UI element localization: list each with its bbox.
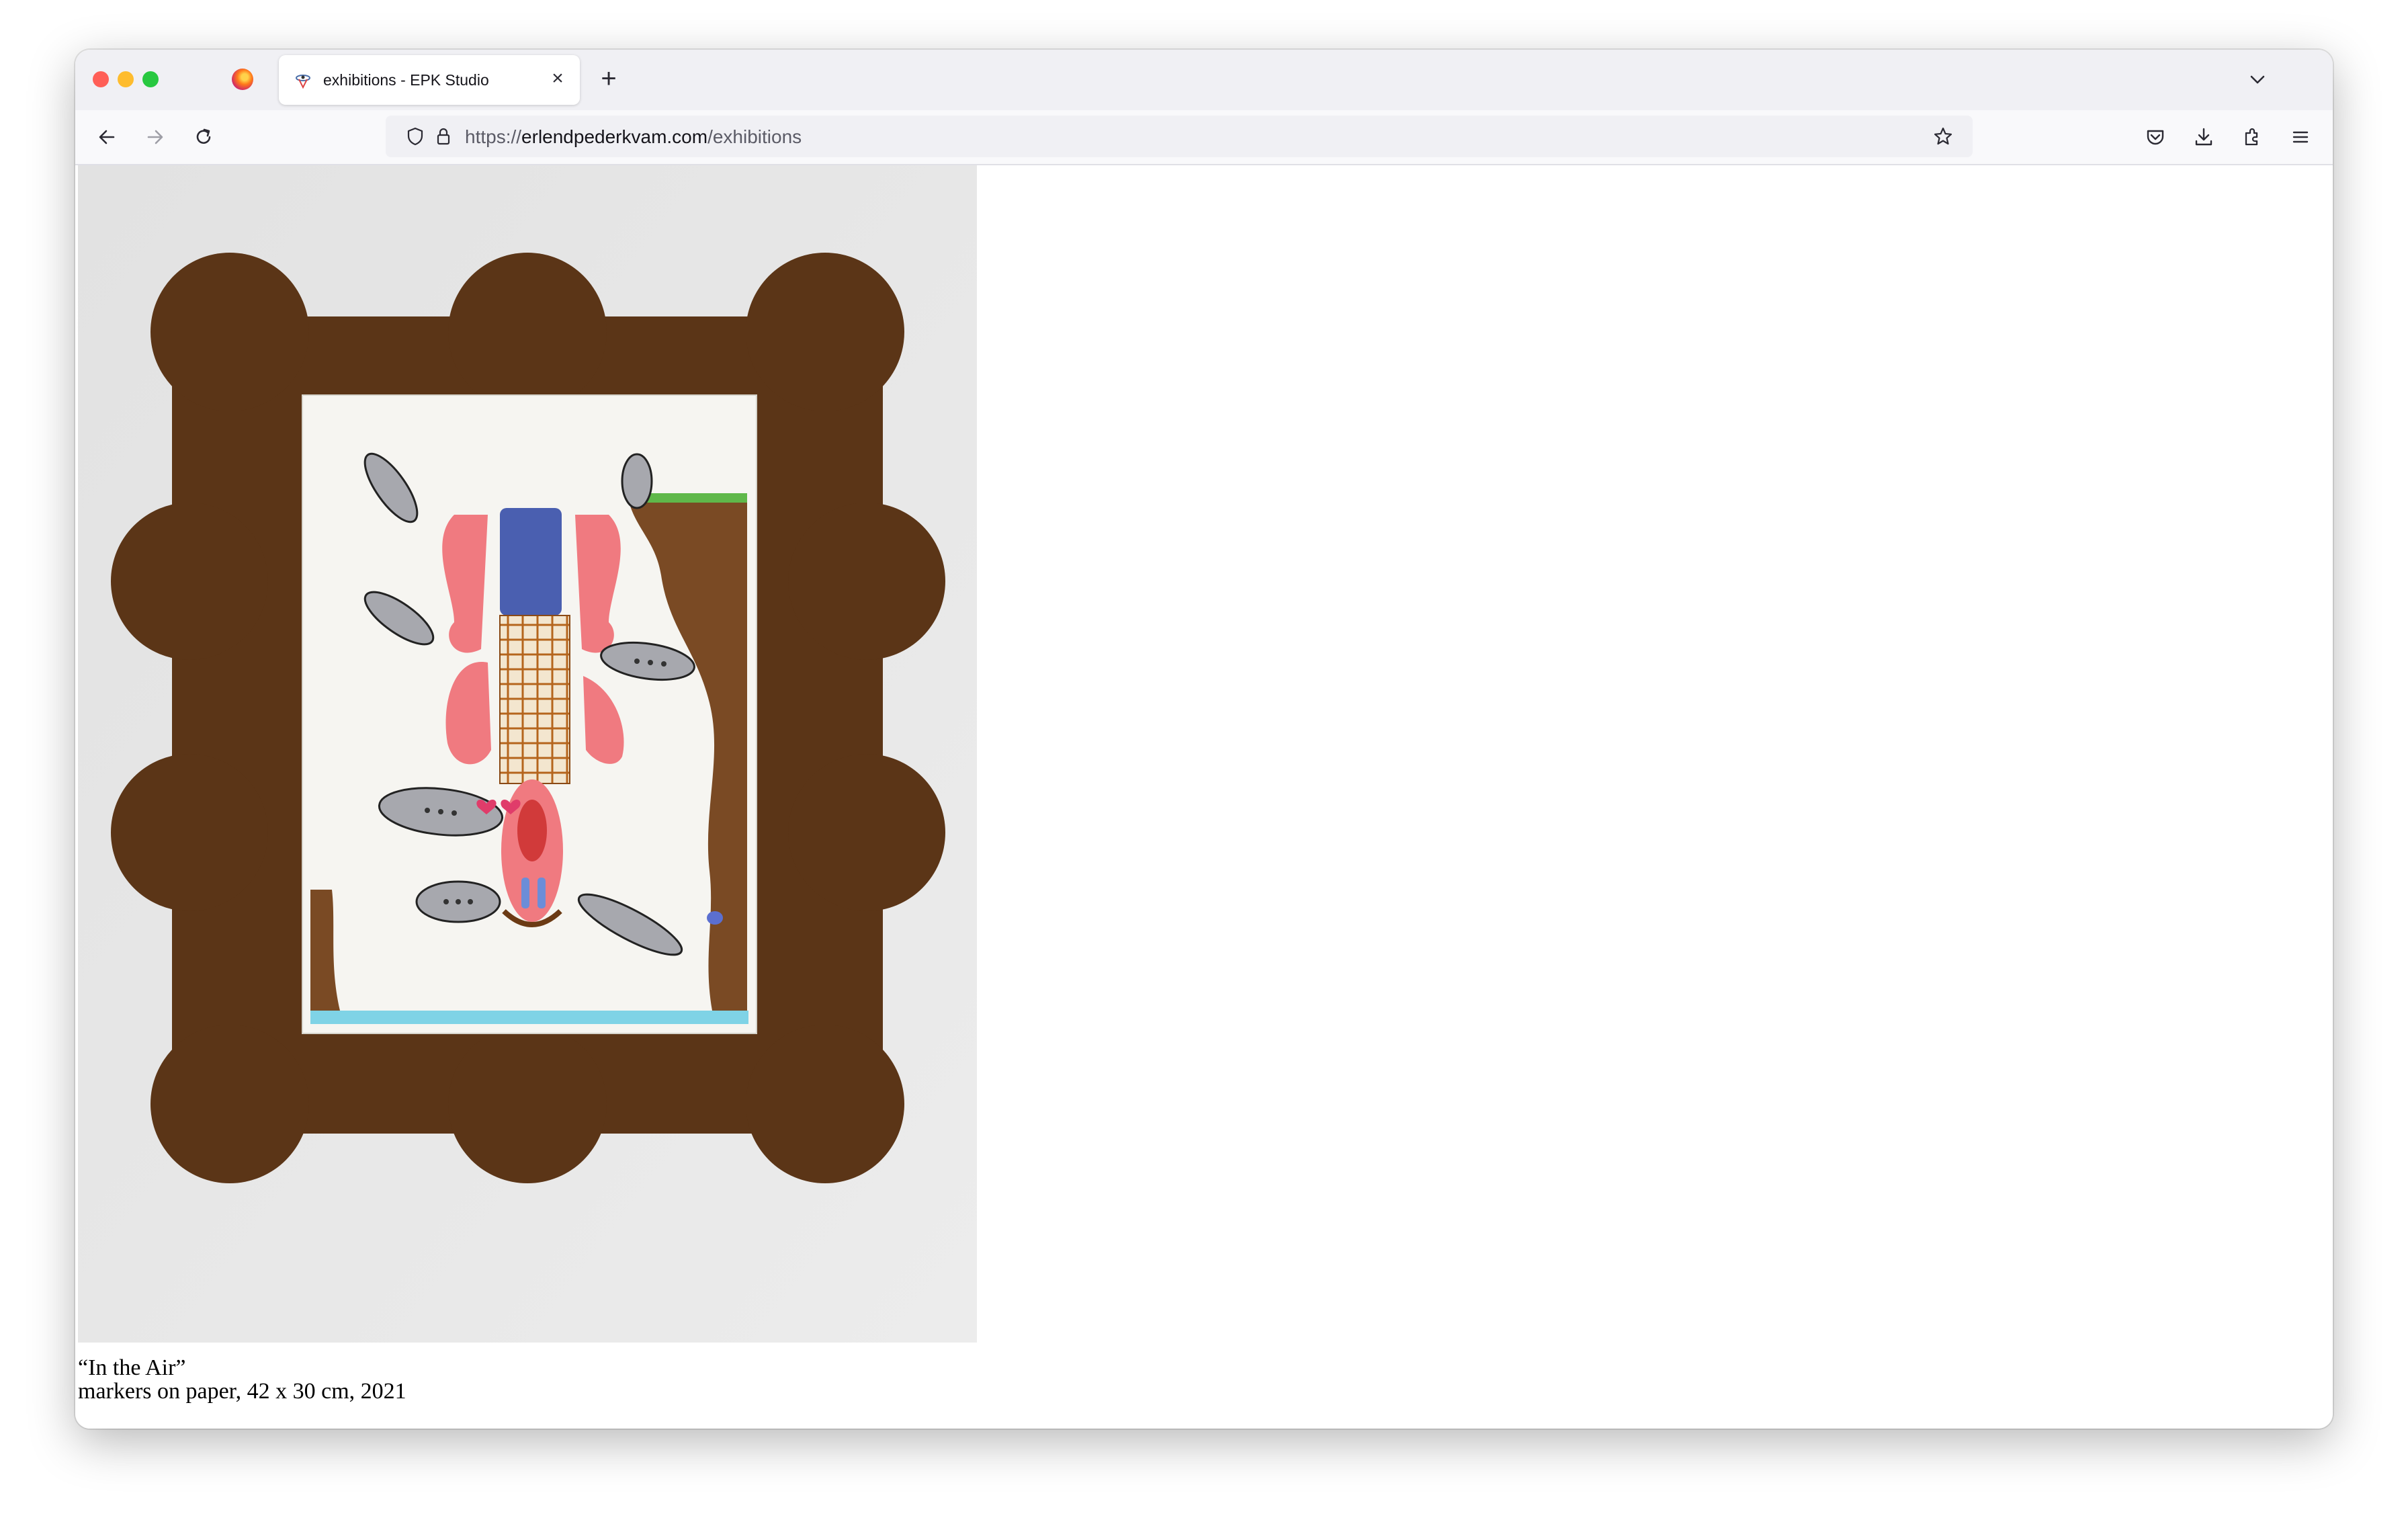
extensions-icon[interactable]	[2240, 125, 2264, 149]
artwork-caption: “In the Air” markers on paper, 42 x 30 c…	[78, 1356, 406, 1403]
url-path: /exhibitions	[707, 126, 802, 147]
url-host: erlendpederkvam.com	[521, 126, 708, 147]
tab-strip: exhibitions - EPK Studio × +	[75, 50, 2333, 110]
address-bar[interactable]: https://erlendpederkvam.com/exhibitions	[386, 116, 1973, 157]
reload-icon[interactable]	[191, 125, 216, 149]
tab-title: exhibitions - EPK Studio	[323, 71, 489, 89]
browser-window: exhibitions - EPK Studio × + https://erl…	[75, 50, 2333, 1429]
pocket-icon[interactable]	[2143, 125, 2167, 149]
menu-icon[interactable]	[2288, 125, 2313, 149]
firefox-logo-icon[interactable]	[232, 69, 253, 90]
site-favicon-icon	[296, 75, 310, 89]
url-text[interactable]: https://erlendpederkvam.com/exhibitions	[465, 126, 802, 148]
forward-arrow-icon[interactable]	[143, 125, 167, 149]
artwork-photo[interactable]	[78, 165, 977, 1343]
artwork-title: “In the Air”	[78, 1355, 186, 1380]
bookmark-star-icon[interactable]	[1932, 126, 1954, 147]
back-arrow-icon[interactable]	[95, 125, 119, 149]
tab-close-icon[interactable]: ×	[546, 67, 569, 90]
downloads-icon[interactable]	[2192, 125, 2216, 149]
minimize-window-button[interactable]	[118, 71, 134, 87]
url-scheme: https://	[465, 126, 522, 147]
close-window-button[interactable]	[93, 71, 109, 87]
tab-list-chevron-icon[interactable]	[2245, 67, 2270, 91]
lock-icon[interactable]	[433, 126, 454, 147]
artwork-illustration	[78, 165, 977, 1343]
artwork-details: markers on paper, 42 x 30 cm, 2021	[78, 1379, 406, 1404]
navigation-toolbar: https://erlendpederkvam.com/exhibitions	[75, 110, 2333, 165]
tab-exhibitions[interactable]: exhibitions - EPK Studio ×	[279, 55, 580, 105]
page-content: “In the Air” markers on paper, 42 x 30 c…	[75, 165, 2333, 1429]
zoom-window-button[interactable]	[142, 71, 159, 87]
tracking-shield-icon[interactable]	[404, 126, 426, 147]
new-tab-button[interactable]: +	[597, 65, 621, 92]
